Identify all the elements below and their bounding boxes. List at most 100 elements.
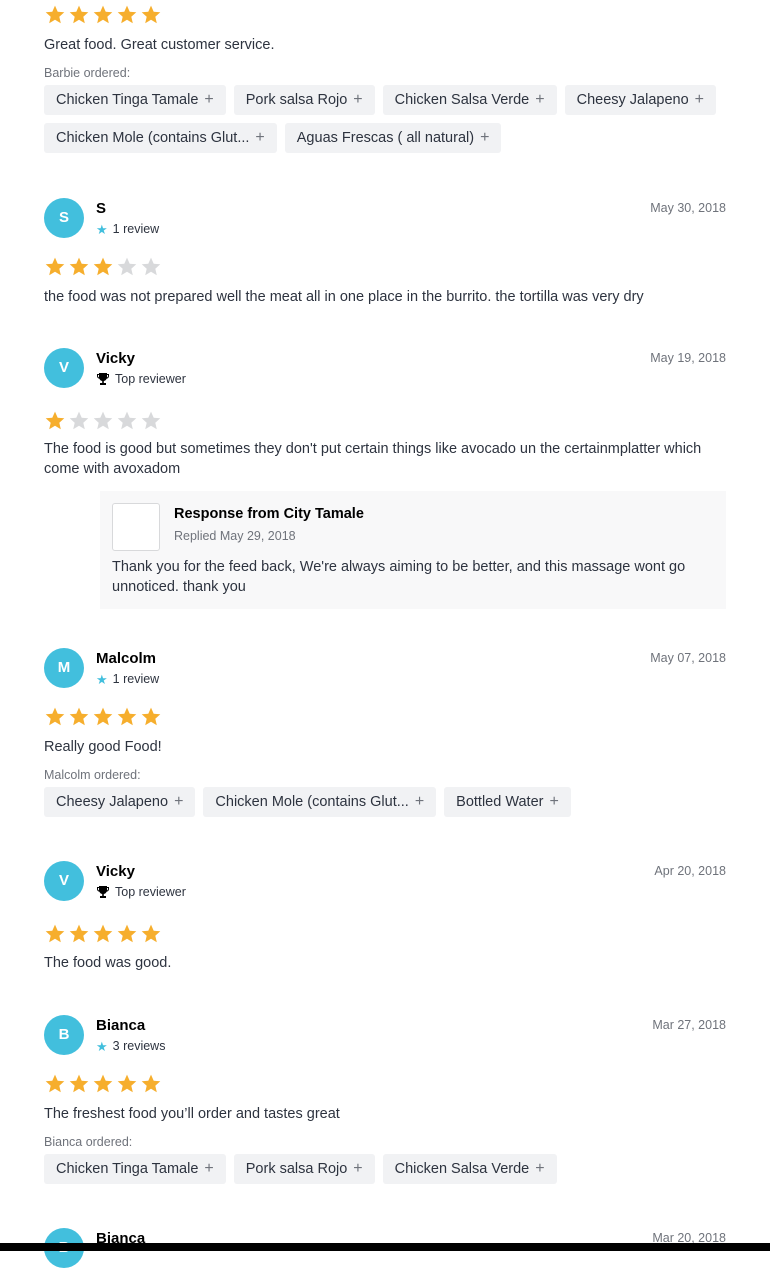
plus-icon: + (535, 91, 545, 108)
ordered-item-label: Chicken Salsa Verde (394, 1161, 530, 1177)
star-empty-icon (117, 411, 137, 430)
plus-icon: + (549, 793, 559, 810)
star-filled-icon (141, 1074, 161, 1093)
avatar[interactable]: M (44, 648, 84, 688)
star-filled-icon (45, 1074, 65, 1093)
plus-icon: + (353, 1160, 363, 1177)
review-count: 1 review (112, 672, 160, 686)
ordered-items: Cheesy Jalapeno + Chicken Mole (contains G… (44, 787, 726, 817)
avatar[interactable]: B (44, 1015, 84, 1055)
plus-icon: + (480, 129, 490, 146)
avatar[interactable]: S (44, 198, 84, 238)
star-filled-icon (69, 257, 89, 276)
star-filled-icon (93, 924, 113, 943)
ordered-label: Bianca ordered: (44, 1135, 133, 1149)
ordered-item-label: Pork salsa Rojo (245, 92, 348, 108)
star-filled-icon (45, 411, 65, 430)
plus-icon: + (353, 91, 363, 108)
review-text: Great food. Great customer service. (44, 37, 275, 53)
plus-icon: + (174, 793, 184, 810)
plus-icon: + (204, 1160, 214, 1177)
ordered-label: Barbie ordered: (44, 66, 131, 80)
reviewer-meta: ★ 1 review (96, 222, 159, 236)
reviewer-meta: ★ 3 reviews (96, 1039, 165, 1053)
reviewer-meta: Top reviewer (96, 885, 186, 899)
avatar[interactable]: V (44, 348, 84, 388)
ordered-item-chip[interactable]: Chicken Salsa Verde + (382, 85, 557, 115)
ordered-item-label: Pork salsa Rojo (245, 1161, 348, 1177)
ordered-item-chip[interactable]: Cheesy Jalapeno + (44, 787, 196, 817)
review-header: S S ★ 1 review May 30, 2018 (44, 198, 726, 248)
response-title: Response from City Tamale (174, 506, 364, 522)
reviewer-name[interactable]: Vicky (96, 350, 135, 367)
ordered-item-chip[interactable]: Chicken Mole (contains Glut... + (44, 123, 277, 153)
review-count: 3 reviews (112, 1039, 166, 1053)
ordered-item-chip[interactable]: Pork salsa Rojo + (233, 1154, 375, 1184)
review-card: B Bianca Mar 20, 2018 (44, 1228, 726, 1278)
review-text: The food was good. (44, 955, 172, 971)
star-filled-icon (117, 707, 137, 726)
reviewer-name[interactable]: Malcolm (96, 650, 156, 667)
review-text: the food was not prepared well the meat … (44, 289, 644, 305)
star-filled-icon (141, 5, 161, 24)
ordered-item-chip[interactable]: Pork salsa Rojo + (233, 85, 375, 115)
star-filled-icon (69, 924, 89, 943)
ordered-item-chip[interactable]: Chicken Mole (contains Glut... + (203, 787, 437, 817)
ordered-item-label: Chicken Tinga Tamale (56, 1161, 199, 1177)
response-header: Response from City Tamale Replied May 29… (112, 503, 714, 565)
star-rating (44, 704, 726, 730)
reviewer-name[interactable]: S (96, 200, 106, 217)
star-filled-icon (69, 1074, 89, 1093)
ordered-item-chip[interactable]: Cheesy Jalapeno + (564, 85, 716, 115)
star-filled-icon (93, 5, 113, 24)
ordered-item-chip[interactable]: Chicken Tinga Tamale + (44, 85, 226, 115)
ordered-label: Malcolm ordered: (44, 768, 141, 782)
star-empty-icon (117, 257, 137, 276)
review-header: V Vicky Top reviewer Apr 20, 2018 (44, 861, 726, 911)
ordered-item-label: Chicken Tinga Tamale (56, 92, 199, 108)
bottom-bar (0, 1243, 770, 1251)
star-filled-icon (69, 707, 89, 726)
ordered-item-label: Chicken Mole (contains Glut... (215, 794, 409, 810)
star-filled-icon (141, 707, 161, 726)
star-filled-icon (45, 924, 65, 943)
response-date: Replied May 29, 2018 (174, 529, 296, 543)
review-card: V Vicky Top reviewer May 19, 2018 The fo… (44, 348, 726, 609)
star-filled-icon (93, 257, 113, 276)
avatar[interactable]: V (44, 861, 84, 901)
star-filled-icon (117, 1074, 137, 1093)
ordered-item-label: Cheesy Jalapeno (576, 92, 689, 108)
reviewer-name[interactable]: Bianca (96, 1017, 145, 1034)
review-date: May 19, 2018 (650, 351, 726, 365)
plus-icon: + (255, 129, 265, 146)
star-rating (44, 254, 726, 280)
star-filled-icon (45, 257, 65, 276)
reviewer-name[interactable]: Vicky (96, 863, 135, 880)
review-card: B Bianca ★ 3 reviews Mar 27, 2018 The fr… (44, 1015, 726, 1184)
review-card: M Malcolm ★ 1 review May 07, 2018 Really… (44, 648, 726, 817)
review-date: Apr 20, 2018 (654, 864, 726, 878)
ordered-item-chip[interactable]: Bottled Water + (444, 787, 571, 817)
ordered-item-label: Chicken Mole (contains Glut... (56, 130, 250, 146)
review-header: B Bianca Mar 20, 2018 (44, 1228, 726, 1278)
review-text: The food is good but sometimes they don'… (44, 441, 702, 477)
review-card: Great food. Great customer service. Barb… (44, 2, 726, 153)
ordered-item-label: Bottled Water (456, 794, 544, 810)
review-card: S S ★ 1 review May 30, 2018 the food was… (44, 198, 726, 307)
star-filled-icon (93, 707, 113, 726)
star-filled-icon (117, 924, 137, 943)
star-empty-icon (69, 411, 89, 430)
review-count: 1 review (112, 222, 160, 236)
ordered-item-chip[interactable]: Aguas Frescas ( all natural) + (284, 123, 502, 153)
restaurant-logo (112, 503, 160, 551)
plus-icon: + (694, 91, 704, 108)
ordered-item-label: Cheesy Jalapeno (56, 794, 169, 810)
trophy-icon (97, 373, 109, 385)
ordered-item-chip[interactable]: Chicken Salsa Verde + (382, 1154, 557, 1184)
star-empty-icon (141, 411, 161, 430)
ordered-item-chip[interactable]: Chicken Tinga Tamale + (44, 1154, 226, 1184)
plus-icon: + (414, 793, 425, 810)
review-header: M Malcolm ★ 1 review May 07, 2018 (44, 648, 726, 698)
ordered-items: Chicken Tinga Tamale + Pork salsa Rojo + Chi… (44, 85, 726, 153)
review-date: May 07, 2018 (650, 651, 726, 665)
